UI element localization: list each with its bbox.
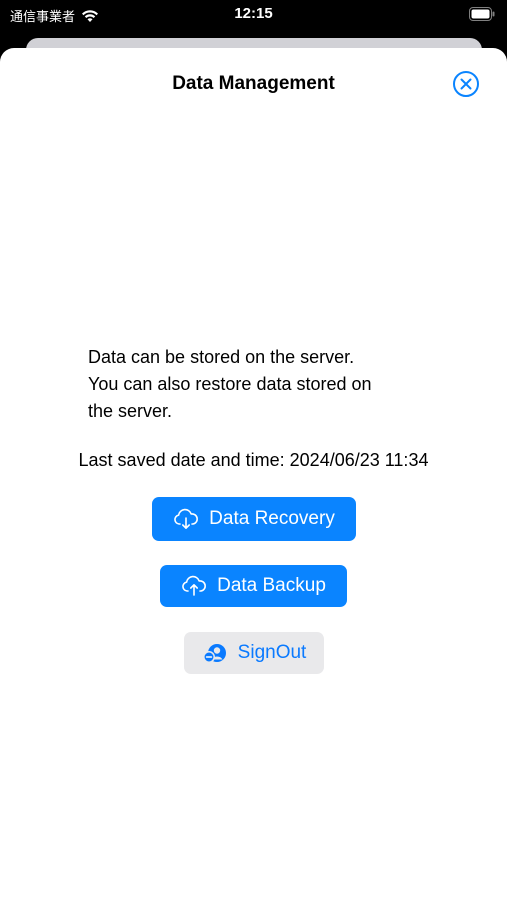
- status-bar: 通信事業者 12:15: [0, 0, 507, 30]
- signout-button[interactable]: SignOut: [184, 632, 324, 674]
- description-line: the server.: [88, 401, 173, 421]
- description-text: Data can be stored on the server. You ca…: [88, 344, 428, 425]
- person-minus-icon: [202, 644, 226, 663]
- cloud-download-icon: [174, 508, 199, 529]
- status-time: 12:15: [234, 5, 273, 22]
- data-recovery-button[interactable]: Data Recovery: [152, 497, 356, 541]
- data-management-sheet: Data Management Data can be stored on th…: [0, 48, 507, 900]
- description-line: Data can be stored on the server.: [88, 347, 355, 367]
- data-backup-label: Data Backup: [217, 575, 326, 596]
- screen: 通信事業者 12:15 Data Management Data can be …: [0, 0, 507, 900]
- close-circle-icon[interactable]: [452, 70, 480, 98]
- last-saved-text: Last saved date and time: 2024/06/23 11:…: [78, 450, 429, 470]
- data-backup-button[interactable]: Data Backup: [160, 565, 347, 607]
- data-recovery-label: Data Recovery: [209, 508, 335, 529]
- sheet-title: Data Management: [172, 73, 335, 94]
- cloud-upload-icon: [182, 575, 207, 596]
- signout-label: SignOut: [237, 642, 307, 663]
- battery-icon: [469, 7, 495, 21]
- description-line: You can also restore data stored on: [88, 374, 372, 394]
